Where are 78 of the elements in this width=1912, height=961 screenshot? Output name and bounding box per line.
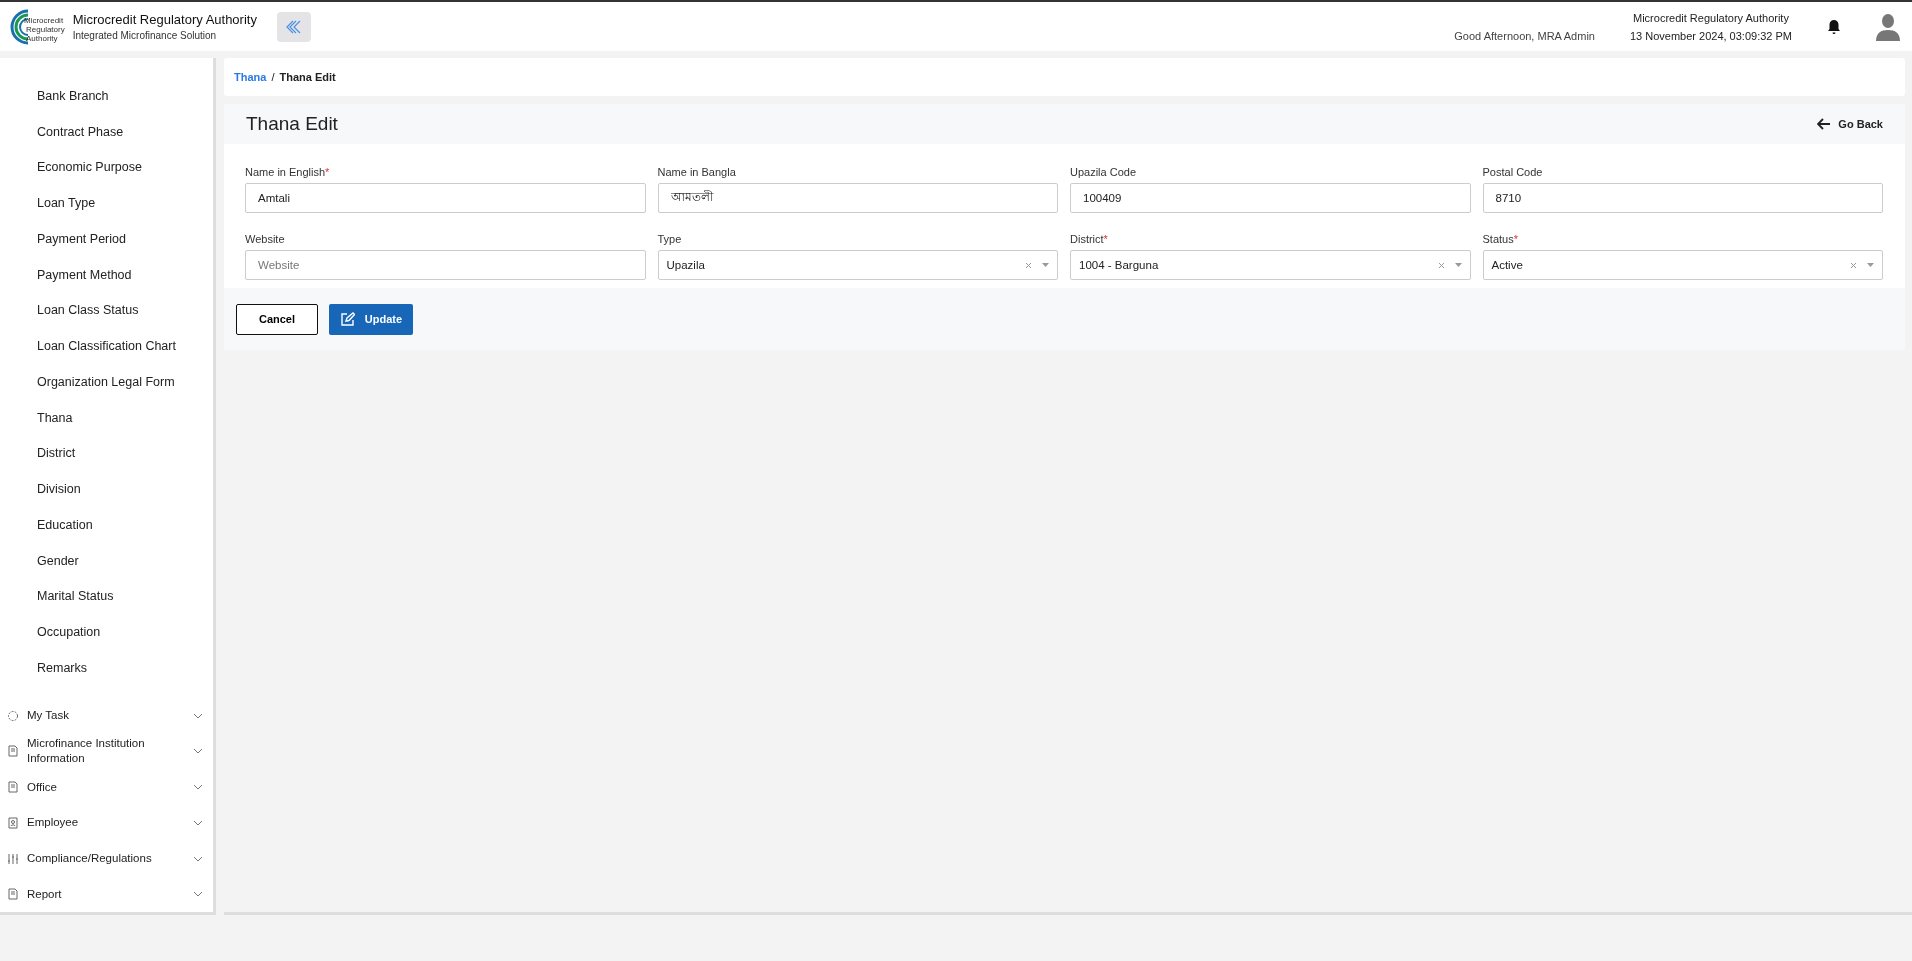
sidebar-item[interactable]: Education (0, 507, 93, 543)
input-field[interactable]: 8710 (1482, 183, 1883, 213)
sidebar-item[interactable]: Economic Purpose (0, 149, 142, 186)
chevron-down-icon (193, 784, 203, 791)
sidebar-menu-item[interactable]: Report (27, 886, 193, 902)
app-title: Microcredit Regulatory Authority (72, 12, 257, 27)
sidebar-item[interactable]: Marital Status (0, 578, 114, 615)
sidebar-menu-item[interactable]: Employee (27, 815, 193, 831)
edit-icon (339, 311, 355, 327)
field-label: Status* (1482, 233, 1519, 245)
input-field[interactable]: Website (245, 250, 646, 280)
go-back-link[interactable]: Go Back (1817, 118, 1883, 130)
field-label: Website (245, 233, 286, 245)
sidebar-item[interactable]: Payment Method (0, 256, 132, 293)
document-icon (7, 888, 19, 901)
dropdown-caret-icon[interactable] (1867, 263, 1874, 267)
logo-text: Authority (26, 34, 59, 43)
input-field[interactable]: আমতলী (657, 183, 1058, 213)
update-button[interactable]: Update (329, 303, 413, 335)
field-label: Upazila Code (1070, 166, 1138, 178)
field-label: District* (1070, 233, 1109, 245)
arrow-left-icon (1817, 118, 1832, 130)
sidebar-item[interactable]: District (0, 435, 76, 472)
sidebar-item[interactable]: Division (0, 471, 81, 507)
date-time: 13 November 2024, 03:09:32 PM (1629, 29, 1792, 42)
logo-text: Microcredit (24, 16, 65, 25)
field-label: Type (657, 233, 683, 245)
sidebar-item[interactable]: Payment Period (0, 221, 126, 257)
sidebar-menu-item[interactable]: Compliance/Regulations (27, 851, 193, 867)
spinner-icon (7, 709, 19, 722)
badge-icon (7, 816, 19, 829)
breadcrumb-separator: / (271, 71, 275, 83)
document-icon (7, 781, 19, 794)
collapse-sidebar-button[interactable] (276, 11, 311, 42)
sidebar-item[interactable]: Remarks (0, 650, 87, 686)
field-label: Name in Bangla (657, 166, 737, 178)
sliders-icon (7, 852, 19, 865)
document-icon (7, 745, 19, 758)
sidebar-item[interactable]: Contract Phase (0, 113, 124, 150)
sidebar-item[interactable]: Loan Type (0, 185, 96, 221)
sidebar-menu-item[interactable]: My Task (27, 708, 193, 724)
input-field[interactable]: Amtali (245, 183, 646, 213)
field-label: Postal Code (1482, 166, 1544, 178)
chevron-down-icon (193, 891, 203, 898)
chevron-down-icon (193, 855, 203, 862)
sidebar-item[interactable]: Occupation (0, 614, 101, 650)
chevron-down-icon (193, 819, 203, 826)
organization-name: Microcredit Regulatory Authority (1633, 11, 1789, 24)
bell-icon[interactable] (1827, 18, 1841, 35)
clear-icon[interactable] (1437, 261, 1445, 269)
page-title: Thana Edit (246, 113, 338, 135)
input-field[interactable]: 100409 (1070, 183, 1471, 213)
sidebar-menu-item[interactable]: Office (27, 779, 193, 795)
sidebar-item[interactable]: Organization Legal Form (0, 364, 175, 400)
chevron-down-icon (193, 712, 203, 719)
sidebar-item[interactable]: Loan Class Status (0, 292, 139, 329)
sidebar-item[interactable]: Loan Classification Chart (0, 328, 176, 364)
user-avatar-icon[interactable] (1876, 12, 1900, 41)
sidebar-item[interactable]: Bank Branch (0, 78, 109, 114)
breadcrumb-current: Thana Edit (279, 71, 336, 83)
chevron-down-icon (193, 748, 203, 755)
select-field[interactable]: Active (1482, 250, 1883, 280)
logo-text: Regulatory (26, 25, 65, 34)
select-field[interactable]: Upazila (657, 250, 1058, 280)
clear-icon[interactable] (1850, 261, 1857, 269)
dropdown-caret-icon[interactable] (1454, 263, 1462, 267)
greeting-text: Good Afternoon, MRA Admin (1454, 29, 1595, 42)
clear-icon[interactable] (1025, 261, 1032, 269)
field-label: Name in English* (245, 166, 331, 178)
double-chevron-left-icon (284, 19, 303, 34)
breadcrumb-link[interactable]: Thana (234, 71, 267, 83)
sidebar-item[interactable]: Gender (0, 542, 79, 579)
app-subtitle: Integrated Microfinance Solution (72, 30, 218, 41)
cancel-button[interactable]: Cancel (236, 303, 318, 335)
sidebar-menu-item[interactable]: Microfinance Institution Information (27, 736, 193, 767)
select-field[interactable]: 1004 - Barguna (1070, 250, 1471, 280)
sidebar-item[interactable]: Thana (0, 399, 73, 436)
dropdown-caret-icon[interactable] (1042, 263, 1049, 267)
